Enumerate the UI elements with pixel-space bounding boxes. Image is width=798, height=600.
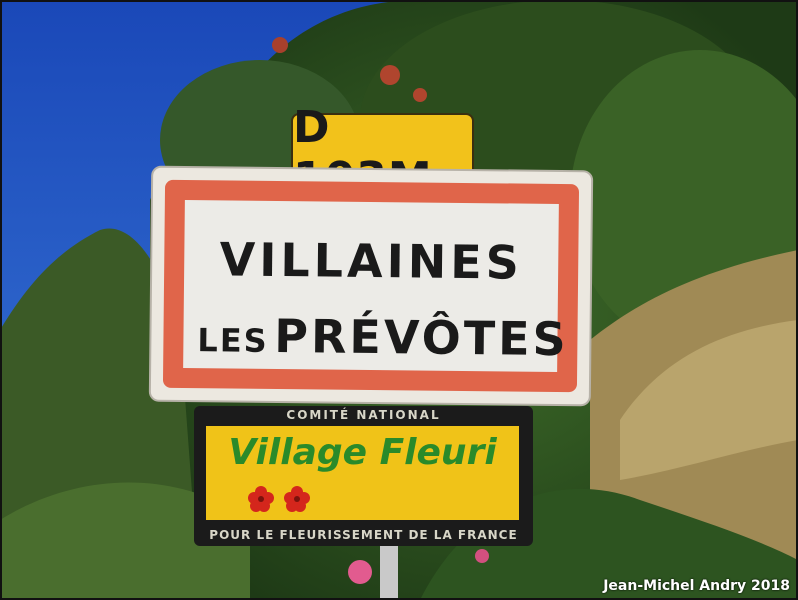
town-name-line1: VILLAINES — [219, 232, 524, 290]
fleuri-title: Village Fleuri — [228, 432, 497, 473]
photo-scene: D 103M VILLAINES LES PRÉVÔTES COMITÉ NAT… — [0, 0, 798, 600]
red-berries — [380, 65, 400, 85]
village-fleuri-sign: COMITÉ NATIONAL Village Fleuri POUR LE F… — [194, 406, 533, 546]
town-entrance-sign: VILLAINES LES PRÉVÔTES — [148, 165, 594, 407]
flower-icon — [248, 486, 274, 512]
photographer-watermark: Jean-Michel Andry 2018 — [603, 578, 790, 594]
red-berries — [272, 37, 288, 53]
fleuri-header: COMITÉ NATIONAL — [286, 408, 441, 422]
town-name-prefix: LES — [197, 321, 269, 360]
fleuri-panel: Village Fleuri — [206, 426, 519, 520]
town-sign-border: VILLAINES LES PRÉVÔTES — [162, 179, 580, 393]
town-name-main: PRÉVÔTES — [274, 308, 570, 367]
pink-flower — [348, 560, 372, 584]
flower-icon — [284, 486, 310, 512]
fleuri-footer: POUR LE FLEURISSEMENT DE LA FRANCE — [209, 528, 518, 542]
town-name-line2: LES PRÉVÔTES — [197, 308, 569, 366]
pink-flower — [475, 549, 489, 563]
red-berries — [413, 88, 427, 102]
sign-post — [380, 540, 398, 600]
